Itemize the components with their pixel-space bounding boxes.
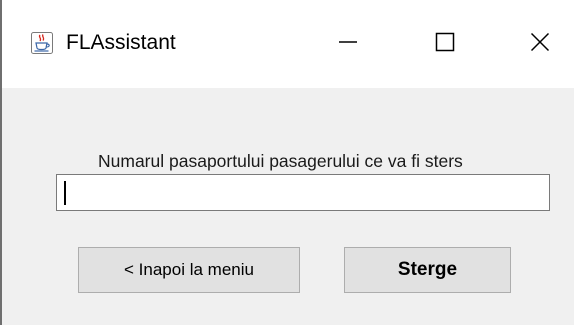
passport-number-label: Numarul pasaportului pasagerului ce va f…: [98, 151, 463, 171]
back-to-menu-button[interactable]: < Inapoi la meniu: [78, 247, 300, 293]
delete-button[interactable]: Sterge: [344, 247, 511, 293]
java-coffee-cup-icon[interactable]: [31, 32, 53, 54]
app-window: FLAssistant Numarul pasaportului pasager…: [0, 0, 574, 325]
maximize-button[interactable]: [413, 16, 477, 68]
close-button[interactable]: [508, 16, 572, 68]
passport-number-input[interactable]: [56, 174, 550, 211]
text-caret: [64, 181, 66, 205]
maximize-icon: [435, 32, 455, 52]
window-title: FLAssistant: [66, 31, 176, 54]
title-bar[interactable]: FLAssistant: [2, 0, 574, 88]
close-icon: [530, 32, 550, 52]
minimize-icon: [339, 41, 357, 43]
minimize-button[interactable]: [316, 16, 380, 68]
